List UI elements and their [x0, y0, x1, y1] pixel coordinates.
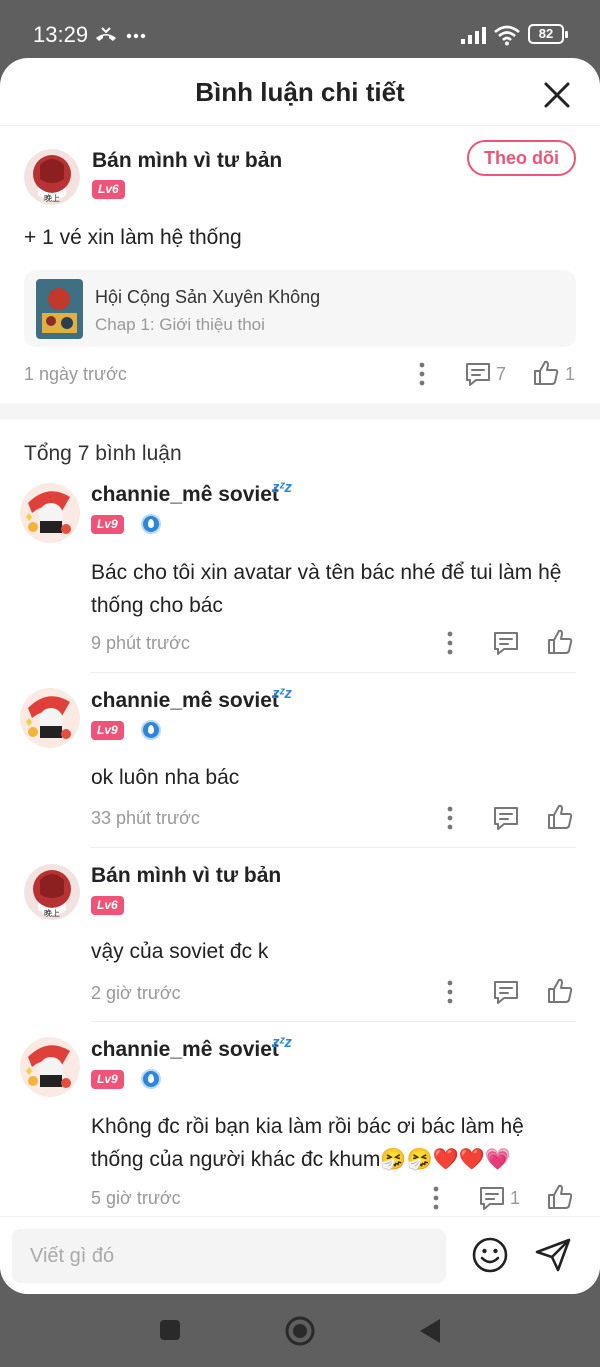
story-chapter: Chap 1: Giới thiệu thoi	[95, 315, 265, 334]
missed-call-icon	[96, 27, 116, 41]
username[interactable]: Bán mình vì tư bản	[91, 864, 281, 888]
reply-icon[interactable]	[492, 979, 520, 1005]
sheet-header: Bình luận chi tiết	[0, 58, 600, 126]
battery-indicator: 82	[528, 24, 568, 44]
status-bar: 13:29 82	[0, 0, 600, 60]
more-dots-icon	[126, 33, 146, 39]
username[interactable]: channie_mê soviet	[91, 1038, 279, 1062]
story-card[interactable]: Hội Cộng Sản Xuyên Không Chap 1: Giới th…	[24, 270, 576, 347]
level-badge: Lv9	[91, 515, 124, 534]
level-badge: Lv6	[92, 180, 125, 199]
reply-icon[interactable]	[492, 805, 520, 831]
like-icon[interactable]	[546, 977, 574, 1005]
username[interactable]: Bán mình vì tư bản	[92, 149, 282, 173]
story-title: Hội Cộng Sản Xuyên Không	[95, 287, 321, 307]
reply-divider	[91, 672, 576, 673]
more-vertical-icon[interactable]	[440, 630, 460, 656]
avatar[interactable]	[18, 1035, 82, 1099]
more-vertical-icon[interactable]	[440, 979, 460, 1005]
level-badge: Lv6	[91, 896, 124, 915]
like-icon[interactable]	[546, 628, 574, 656]
level-badge: Lv9	[91, 1070, 124, 1089]
comment-input-container	[12, 1229, 446, 1283]
username[interactable]: channie_mê soviet	[91, 689, 279, 713]
reply-divider	[91, 847, 576, 848]
comment-time: 2 giờ trước	[91, 983, 181, 1003]
comment-input-bar	[0, 1216, 600, 1294]
like-icon[interactable]	[532, 359, 560, 387]
recent-apps-icon[interactable]	[158, 1318, 182, 1342]
follow-button[interactable]: Theo dõi	[467, 140, 576, 176]
comment-text: vậy của soviet đc k	[91, 940, 269, 963]
reply-icon[interactable]	[464, 361, 492, 387]
comment-text: Không đc rồi bạn kia làm rồi bác ơi bác …	[91, 1115, 524, 1171]
comment-input[interactable]	[12, 1229, 446, 1283]
sleep-zzz-icon: zᶻz	[272, 685, 292, 702]
level-badge: Lv9	[91, 721, 124, 740]
comment-text: Bác cho tôi xin avatar và tên bác nhé để…	[91, 561, 562, 617]
back-icon[interactable]	[418, 1317, 442, 1345]
verified-badge-icon	[141, 1069, 161, 1089]
sleep-zzz-icon: zᶻz	[272, 479, 292, 496]
verified-badge-icon	[141, 514, 161, 534]
like-icon[interactable]	[546, 803, 574, 831]
comment-time: 33 phút trước	[91, 808, 200, 828]
like-icon[interactable]	[546, 1183, 574, 1211]
verified-badge-icon	[141, 720, 161, 740]
more-vertical-icon[interactable]	[426, 1185, 446, 1211]
svg-text:晚上: 晚上	[44, 908, 60, 918]
sleep-zzz-icon: zᶻz	[272, 1034, 292, 1051]
comment-time: 5 giờ trước	[91, 1188, 181, 1208]
comment-detail-sheet: Bình luận chi tiết 晚上 Bán mình vì tư bản…	[0, 58, 600, 1294]
avatar[interactable]	[18, 481, 82, 545]
section-divider	[0, 403, 600, 419]
avatar[interactable]	[18, 686, 82, 750]
more-vertical-icon[interactable]	[440, 805, 460, 831]
page-title: Bình luận chi tiết	[195, 77, 405, 107]
avatar[interactable]: 晚上	[24, 864, 80, 920]
close-icon[interactable]	[538, 76, 576, 114]
reply-count: 7	[496, 364, 507, 384]
reply-icon[interactable]	[478, 1185, 506, 1211]
home-icon[interactable]	[284, 1315, 316, 1347]
comment-text: ok luôn nha bác	[91, 766, 240, 789]
comment-time: 9 phút trước	[91, 633, 190, 653]
wifi-icon	[494, 25, 520, 46]
emoji-icon[interactable]	[471, 1236, 509, 1274]
total-comments-label: Tổng 7 bình luận	[24, 442, 182, 465]
more-vertical-icon[interactable]	[412, 361, 432, 387]
comment-text: + 1 vé xin làm hệ thống	[24, 226, 242, 249]
signal-icon	[461, 27, 486, 44]
svg-text:晚上: 晚上	[44, 193, 60, 203]
reply-icon[interactable]	[492, 630, 520, 656]
status-time: 13:29	[33, 22, 89, 47]
story-cover-image	[36, 279, 83, 339]
send-icon[interactable]	[534, 1237, 572, 1273]
reply-count: 1	[510, 1188, 521, 1208]
avatar[interactable]: 晚上	[24, 149, 80, 205]
system-nav-bar	[0, 1294, 600, 1367]
like-count: 1	[565, 364, 576, 384]
username[interactable]: channie_mê soviet	[91, 483, 279, 507]
comment-time: 1 ngày trước	[24, 364, 127, 384]
reply-divider	[91, 1021, 576, 1022]
